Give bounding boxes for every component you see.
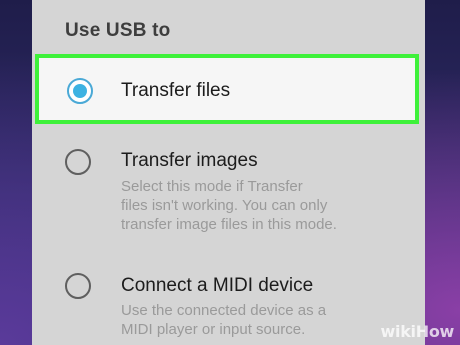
option-label: Transfer images bbox=[121, 150, 258, 171]
description-line: transfer image files in this mode. bbox=[121, 216, 337, 233]
radio-unselected-icon[interactable] bbox=[65, 149, 91, 175]
usb-mode-dialog: Use USB to Transfer files Transfer image… bbox=[32, 0, 425, 345]
description-line: MIDI player or input source. bbox=[121, 321, 306, 338]
description-line: Use the connected device as a bbox=[121, 302, 327, 319]
option-transfer-images[interactable]: Transfer images Select this mode if Tran… bbox=[32, 140, 425, 240]
description-line: files isn't working. You can only bbox=[121, 197, 328, 214]
description-line: Select this mode if Transfer bbox=[121, 178, 303, 195]
dialog-title: Use USB to bbox=[65, 20, 171, 41]
option-label: Connect a MIDI device bbox=[121, 275, 314, 296]
option-label: Transfer files bbox=[121, 80, 231, 101]
option-transfer-files[interactable]: Transfer files bbox=[35, 54, 419, 124]
option-description: Use the connected device as a MIDI playe… bbox=[121, 301, 421, 339]
option-description: Select this mode if Transfer files isn't… bbox=[121, 177, 421, 234]
radio-selected-icon[interactable] bbox=[67, 78, 93, 104]
option-connect-midi-device[interactable]: Connect a MIDI device Use the connected … bbox=[32, 265, 425, 345]
wikihow-watermark: wikiHow bbox=[380, 322, 455, 341]
radio-unselected-icon[interactable] bbox=[65, 273, 91, 299]
